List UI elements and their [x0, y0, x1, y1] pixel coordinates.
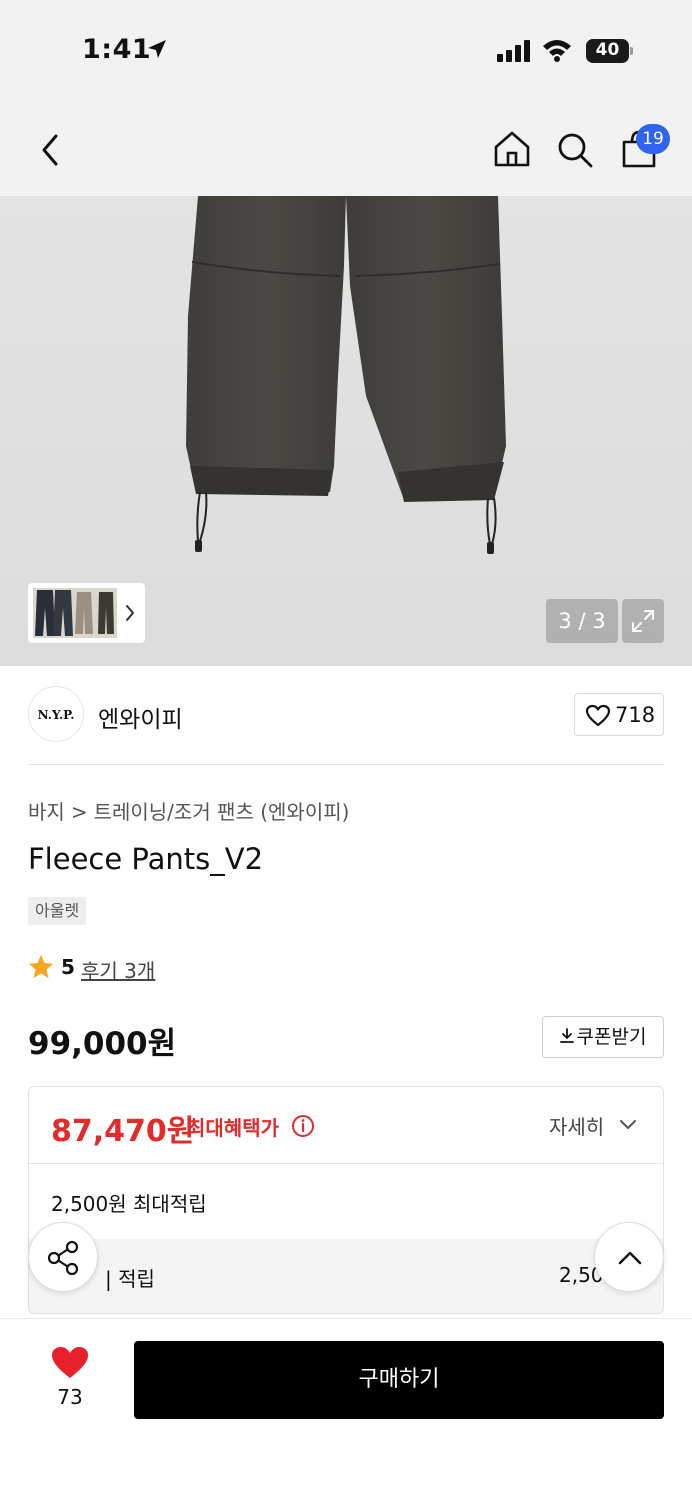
status-bar: 1:41 40 — [0, 0, 692, 100]
bottom-action-bar: 73 구매하기 — [0, 1318, 692, 1500]
thumbnail-image — [33, 588, 117, 638]
cart-count-badge: 19 — [636, 124, 670, 154]
battery-level: 40 — [595, 40, 620, 60]
chevron-right-icon[interactable] — [124, 603, 136, 623]
star-icon — [29, 955, 53, 978]
expand-button[interactable] — [622, 599, 664, 643]
home-icon[interactable] — [492, 129, 532, 169]
wifi-icon — [543, 40, 571, 62]
share-icon — [47, 1240, 79, 1276]
product-image-gallery[interactable]: 3 / 3 — [0, 196, 692, 666]
brand-logo[interactable]: N.Y.P. — [28, 686, 84, 742]
heart-filled-icon[interactable] — [50, 1345, 90, 1381]
detail-toggle[interactable]: 자세히 — [549, 1111, 604, 1140]
search-icon[interactable] — [556, 131, 594, 169]
like-count: 73 — [57, 1385, 83, 1409]
battery-icon: 40 — [586, 39, 633, 63]
heart-outline-icon — [585, 704, 611, 727]
points-row: | 적립 2,50 — [29, 1239, 663, 1313]
cellular-signal-icon — [497, 40, 530, 62]
max-benefit-row[interactable]: 87,470원 최대혜택가 자세히 — [29, 1087, 663, 1164]
brand-like-button[interactable]: 718 — [574, 693, 664, 736]
brand-name[interactable]: 엔와이피 — [98, 700, 183, 734]
original-price: 99,000원 — [28, 1026, 177, 1062]
benefit-box: 87,470원 최대혜택가 자세히 2,500원 최대적립 | 적립 2,50 — [28, 1086, 664, 1314]
share-button[interactable] — [28, 1222, 98, 1292]
back-arrow-icon[interactable] — [36, 132, 64, 168]
top-nav: 19 — [0, 100, 692, 196]
points-row-label: | 적립 — [105, 1267, 155, 1291]
divider — [28, 764, 664, 765]
brand-like-count: 718 — [615, 703, 656, 727]
status-time: 1:41 — [82, 34, 152, 65]
breadcrumb: 바지 > 트레이닝/조거 팬츠 (엔와이피) — [28, 796, 349, 825]
buy-button[interactable]: 구매하기 — [134, 1341, 664, 1419]
image-counter: 3 / 3 — [546, 599, 618, 643]
max-benefit-label: 최대혜택가 — [187, 1116, 279, 1140]
review-count-link[interactable]: 후기 3개 — [81, 955, 155, 984]
scroll-top-button[interactable] — [594, 1222, 664, 1292]
breadcrumb-category[interactable]: 바지 — [28, 800, 65, 824]
max-benefit-price: 87,470원 — [51, 1114, 195, 1149]
outlet-tag: 아울렛 — [28, 897, 87, 925]
breadcrumb-separator: > — [70, 800, 88, 824]
product-title: Fleece Pants_V2 — [28, 842, 264, 876]
breadcrumb-subcategory[interactable]: 트레이닝/조거 팬츠 (엔와이피) — [94, 800, 350, 824]
thumbnail-strip[interactable] — [28, 583, 145, 643]
coupon-button[interactable]: 쿠폰받기 — [542, 1016, 664, 1058]
info-icon[interactable] — [291, 1114, 315, 1138]
max-points-summary: 2,500원 최대적립 — [51, 1192, 207, 1216]
chevron-down-icon[interactable] — [619, 1119, 637, 1131]
chevron-up-icon — [618, 1251, 642, 1265]
coupon-label: 쿠폰받기 — [576, 1026, 647, 1048]
download-icon — [559, 1028, 574, 1043]
location-arrow-icon — [148, 40, 166, 58]
rating-score: 5 — [61, 955, 75, 979]
expand-icon — [632, 610, 654, 632]
